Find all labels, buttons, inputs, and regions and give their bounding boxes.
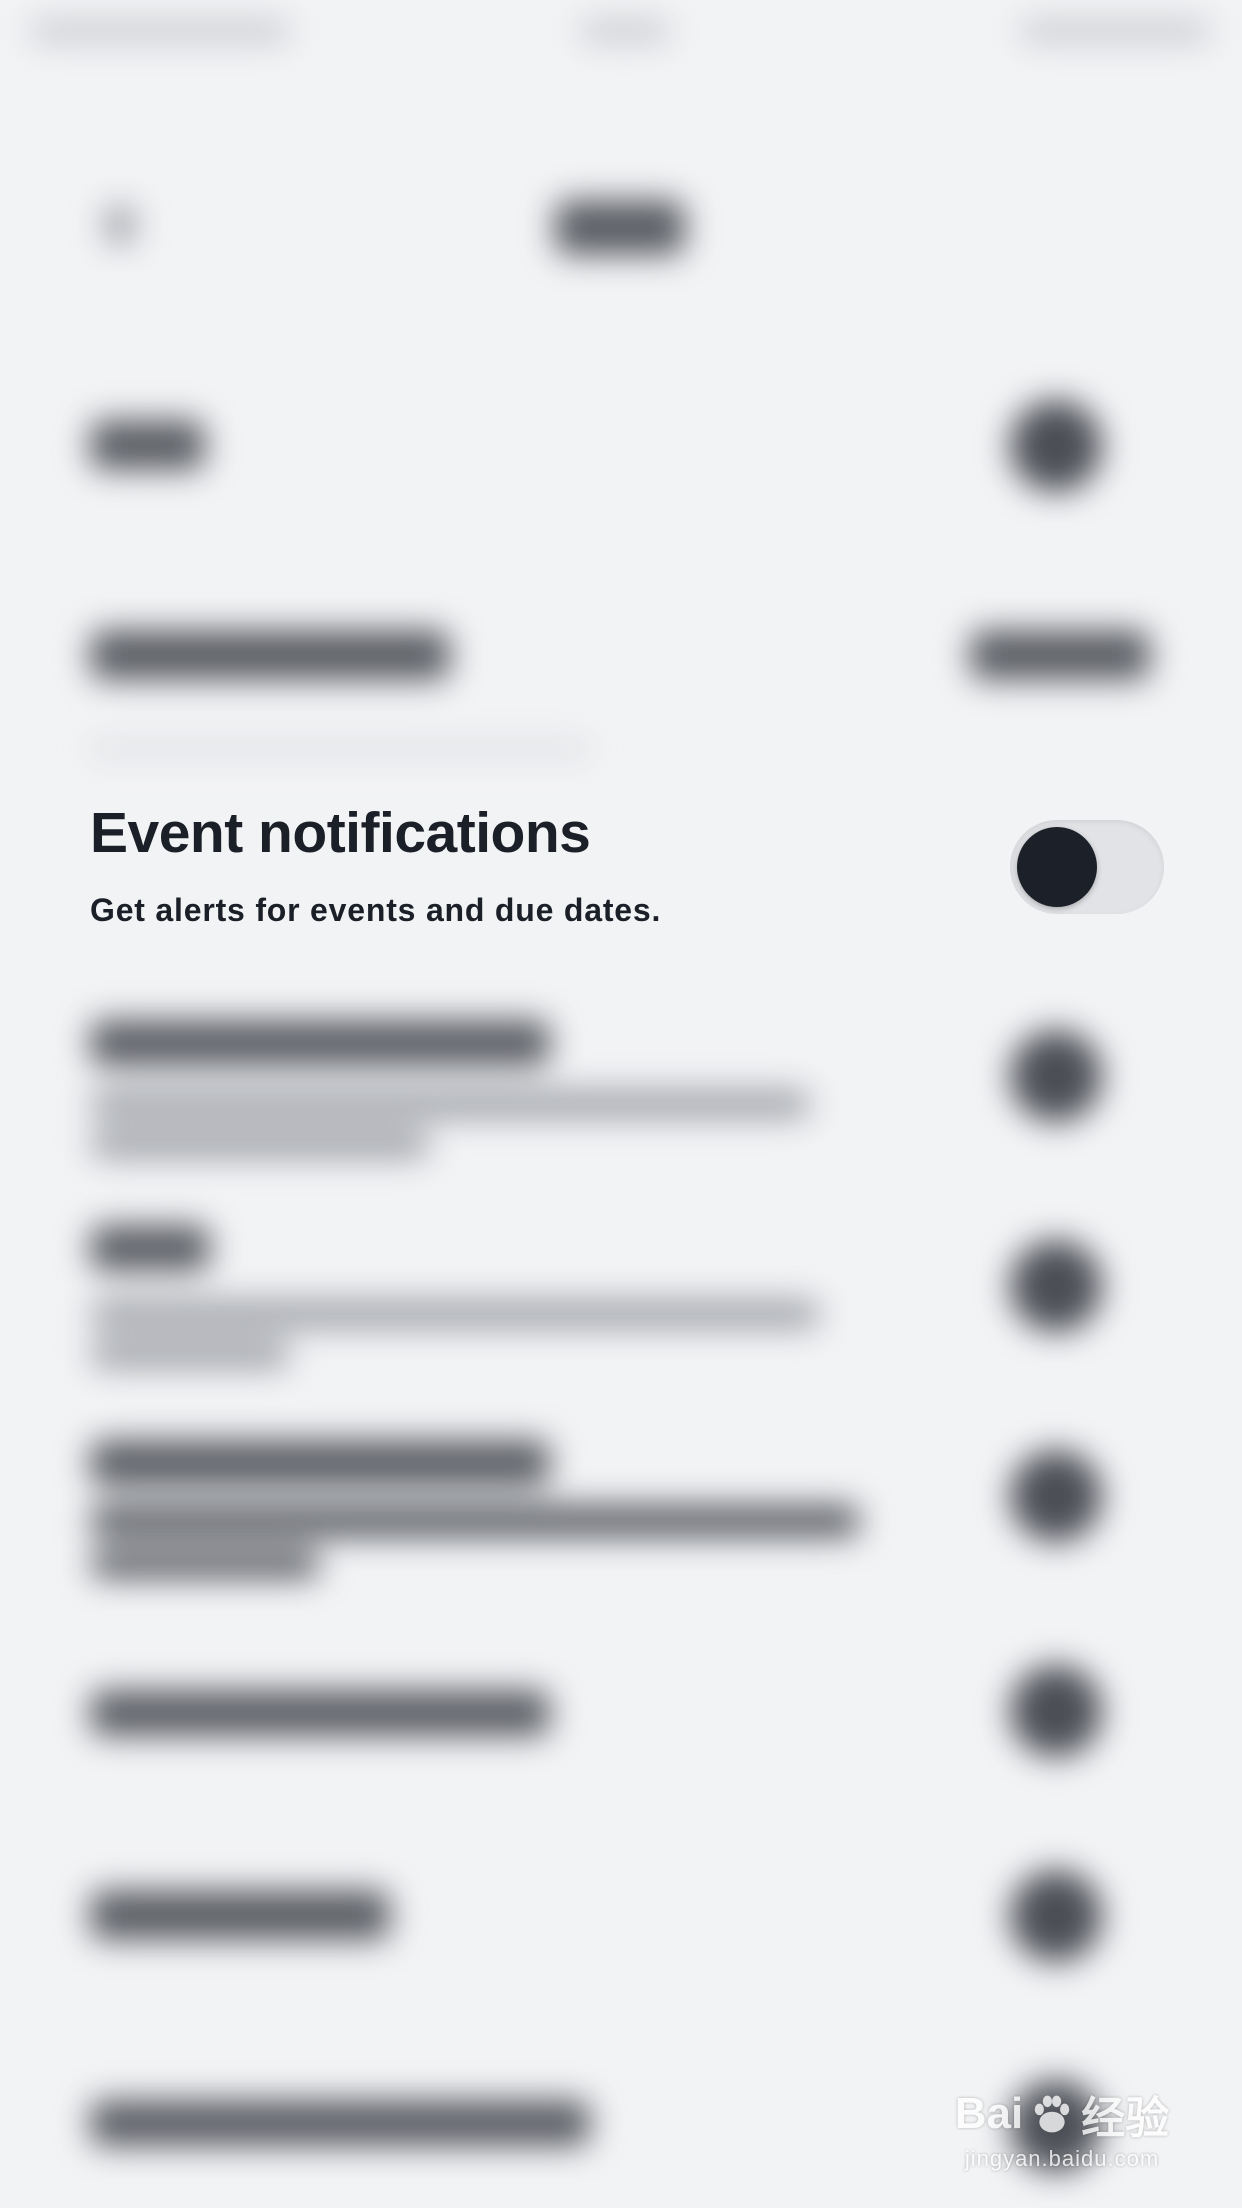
watermark-logo-suffix: 经验 [1081, 2094, 1170, 2143]
blurred-row-label [90, 2100, 590, 2146]
back-icon[interactable] [105, 205, 135, 245]
event-notifications-row: Event notifications Get alerts for event… [0, 770, 1242, 970]
blurred-row-label [90, 1440, 550, 1486]
status-bar-battery [1020, 20, 1210, 42]
toggle-knob [1017, 827, 1097, 907]
settings-screen: Event notifications Get alerts for event… [0, 0, 1242, 2208]
blurred-row-desc [90, 1300, 820, 1328]
blurred-toggle[interactable] [1010, 400, 1102, 492]
status-bar-time [580, 20, 670, 42]
blurred-row-desc [90, 1340, 290, 1368]
blurred-toggle[interactable] [1010, 1450, 1102, 1542]
watermark: Bai 经验 jingyan.baidu.com [942, 2082, 1182, 2172]
setting-title: Event notifications [90, 801, 591, 865]
nav-title [555, 200, 685, 255]
blurred-row-label [90, 1225, 210, 1271]
blurred-row-label [90, 1690, 550, 1736]
blurred-row-desc [90, 1505, 860, 1537]
blurred-toggle[interactable] [1010, 1030, 1102, 1122]
blurred-toggle[interactable] [1010, 1870, 1102, 1962]
blurred-row-desc [90, 1550, 320, 1578]
status-bar-carrier [30, 20, 290, 42]
blurred-row-desc [90, 1090, 810, 1118]
watermark-logo: Bai 经验 [942, 2082, 1182, 2146]
blurred-background [0, 0, 1242, 2208]
blurred-row-label [90, 630, 450, 680]
paw-icon [1034, 2095, 1070, 2133]
blurred-row-value[interactable] [970, 630, 1150, 680]
watermark-url: jingyan.baidu.com [964, 2146, 1160, 2171]
blurred-row-label [90, 1890, 390, 1940]
blurred-toggle[interactable] [1010, 1240, 1102, 1332]
blurred-row-label [90, 1020, 550, 1066]
setting-description: Get alerts for events and due dates. [90, 892, 662, 928]
divider [90, 745, 590, 753]
event-notifications-toggle[interactable] [1010, 820, 1164, 914]
blurred-toggle[interactable] [1010, 1665, 1102, 1757]
blurred-row-label [90, 420, 205, 470]
blurred-row-desc [90, 1130, 430, 1158]
watermark-logo-text: Bai [954, 2089, 1024, 2138]
